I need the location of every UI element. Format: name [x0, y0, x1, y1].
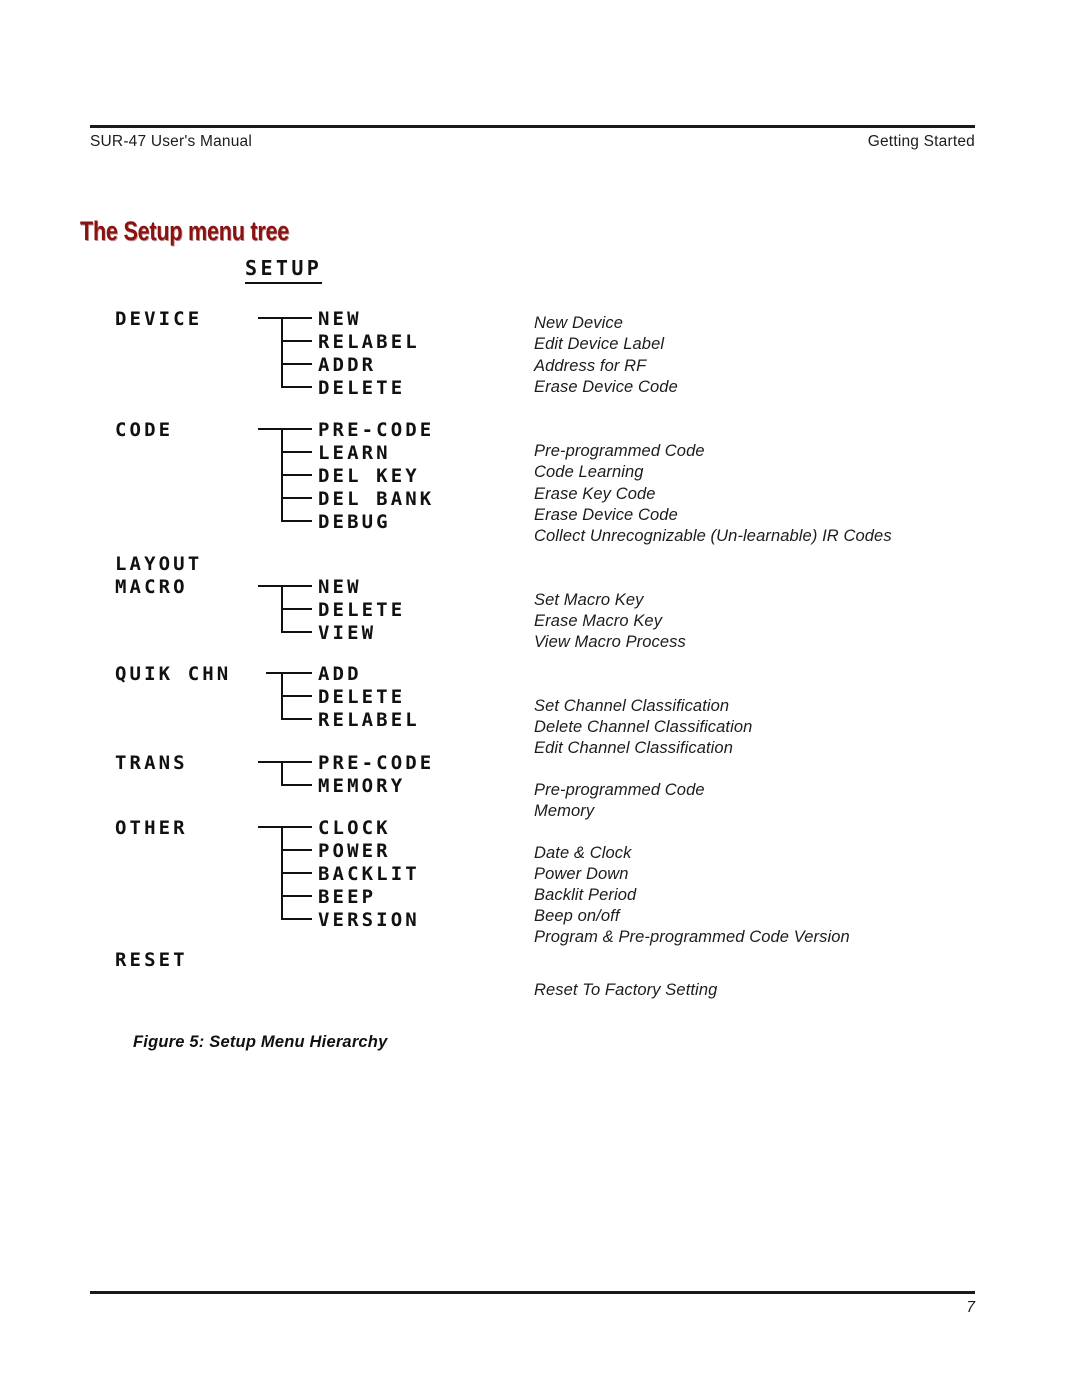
menu-item-device-relabel[interactable]: RELABEL [318, 333, 420, 352]
tree-branch [281, 520, 312, 522]
description-text: Collect Unrecognizable (Un-learnable) IR… [534, 527, 892, 545]
menu-item-device-new[interactable]: NEW [318, 310, 362, 329]
description-text: Delete Channel Classification [534, 718, 753, 736]
menu-item-device[interactable]: DEVICE [115, 310, 202, 329]
menu-item-macro[interactable]: MACRO [115, 578, 188, 597]
tree-branch [281, 872, 312, 874]
menu-item-layout[interactable]: LAYOUT [115, 555, 202, 574]
menu-item-code-pre-code[interactable]: PRE-CODE [318, 421, 434, 440]
page-number: 7 [966, 1299, 975, 1316]
menu-item-other-power[interactable]: POWER [318, 842, 391, 861]
menu-item-macro-new[interactable]: NEW [318, 578, 362, 597]
tree-branch [281, 695, 312, 697]
figure-caption: Figure 5: Setup Menu Hierarchy [133, 1033, 388, 1051]
tree-branch [281, 340, 312, 342]
menu-item-other-backlit[interactable]: BACKLIT [318, 865, 420, 884]
tree-branch [281, 895, 312, 897]
tree-spine-device [281, 317, 283, 387]
description-text: Erase Device Code [534, 378, 678, 396]
description-text: View Macro Process [534, 633, 686, 651]
menu-item-trans[interactable]: TRANS [115, 754, 188, 773]
menu-item-macro-delete[interactable]: DELETE [318, 601, 405, 620]
description-text: Program & Pre-programmed Code Version [534, 928, 850, 946]
menu-item-other-version[interactable]: VERSION [318, 911, 420, 930]
tree-stem-macro [258, 585, 312, 587]
menu-item-code-del-key[interactable]: DEL KEY [318, 467, 420, 486]
description-text: Edit Device Label [534, 335, 665, 353]
tree-stem-trans [258, 761, 312, 763]
menu-root-label-text: SETUP [245, 258, 323, 284]
description-text: Set Channel Classification [534, 697, 730, 715]
menu-item-device-addr[interactable]: ADDR [318, 356, 376, 375]
description-text: Reset To Factory Setting [534, 981, 718, 999]
document-page: SUR-47 User's Manual Getting Started The… [0, 0, 1080, 1397]
description-text: Beep on/off [534, 907, 620, 925]
tree-branch [281, 608, 312, 610]
tree-spine-trans [281, 761, 283, 785]
tree-branch [281, 631, 312, 633]
description-text: Code Learning [534, 463, 644, 481]
menu-item-other-clock[interactable]: CLOCK [318, 819, 391, 838]
tree-stem-quik-chn [266, 672, 312, 674]
tree-branch [281, 918, 312, 920]
tree-branch [281, 849, 312, 851]
tree-branch [281, 451, 312, 453]
description-text: Erase Device Code [534, 506, 678, 524]
menu-item-quik-chn[interactable]: QUIK CHN [115, 665, 231, 684]
tree-branch [281, 386, 312, 388]
menu-item-other-beep[interactable]: BEEP [318, 888, 376, 907]
tree-branch [281, 784, 312, 786]
footer-rule [90, 1291, 975, 1294]
tree-stem-device [258, 317, 312, 319]
tree-stem-other [258, 826, 312, 828]
description-text: Memory [534, 802, 595, 820]
menu-item-code-learn[interactable]: LEARN [318, 444, 391, 463]
menu-item-other[interactable]: OTHER [115, 819, 188, 838]
description-text: Erase Key Code [534, 485, 656, 503]
menu-item-trans-memory[interactable]: MEMORY [318, 777, 405, 796]
menu-root-label: SETUP [245, 258, 323, 284]
menu-item-quik-chn-delete[interactable]: DELETE [318, 688, 405, 707]
menu-item-quik-chn-relabel[interactable]: RELABEL [318, 711, 420, 730]
description-text: Erase Macro Key [534, 612, 663, 630]
menu-item-code-debug[interactable]: DEBUG [318, 513, 391, 532]
tree-branch [281, 497, 312, 499]
menu-item-quik-chn-add[interactable]: ADD [318, 665, 362, 684]
description-text: New Device [534, 314, 624, 332]
menu-item-macro-view[interactable]: VIEW [318, 624, 376, 643]
tree-branch [281, 718, 312, 720]
description-text: Backlit Period [534, 886, 637, 904]
description-text: Date & Clock [534, 844, 632, 862]
description-text: Pre-programmed Code [534, 442, 705, 460]
tree-branch [281, 363, 312, 365]
description-text: Pre-programmed Code [534, 781, 705, 799]
menu-item-reset[interactable]: RESET [115, 951, 188, 970]
tree-stem-code [258, 428, 312, 430]
tree-branch [281, 474, 312, 476]
menu-item-code-del-bank[interactable]: DEL BANK [318, 490, 434, 509]
menu-item-trans-pre-code[interactable]: PRE-CODE [318, 754, 434, 773]
description-text: Address for RF [534, 357, 647, 375]
description-text: Power Down [534, 865, 629, 883]
description-text: Set Macro Key [534, 591, 644, 609]
menu-item-device-delete[interactable]: DELETE [318, 379, 405, 398]
figure-setup-menu-hierarchy: SETUP DEVICE NEW RELABEL ADDR DELETE New… [0, 0, 1080, 1080]
menu-item-code[interactable]: CODE [115, 421, 173, 440]
description-text: Edit Channel Classification [534, 739, 733, 757]
